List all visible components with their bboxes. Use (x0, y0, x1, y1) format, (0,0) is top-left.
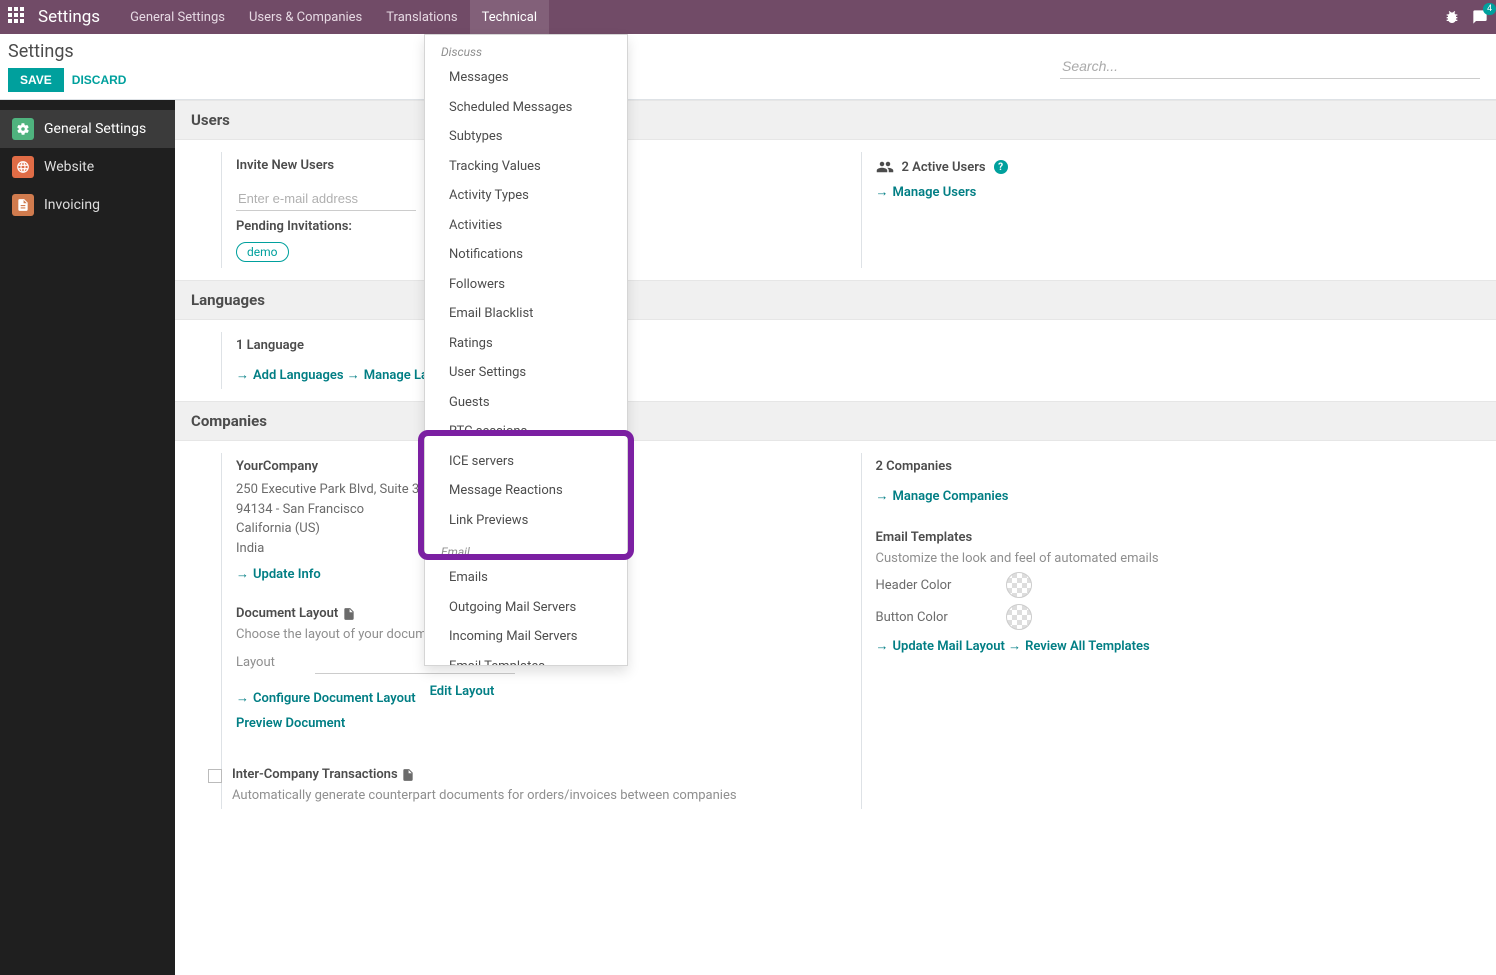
dd-ratings[interactable]: Ratings (425, 329, 627, 359)
add-languages-link[interactable]: → Add Languages (236, 367, 344, 383)
document-icon (401, 768, 415, 782)
arrow-icon: → (236, 690, 249, 706)
manage-users-link[interactable]: → Manage Users (876, 184, 977, 200)
nav-translations[interactable]: Translations (374, 0, 469, 34)
active-users-count: 2 Active Users (902, 160, 986, 175)
dropdown-group-header: Discuss (425, 35, 627, 63)
sidebar-item-label: Website (44, 159, 94, 175)
document-icon (342, 607, 356, 621)
messaging-icon[interactable]: 4 (1472, 9, 1488, 25)
dropdown-group-header: Email (425, 535, 627, 563)
dd-outgoing-mail-servers[interactable]: Outgoing Mail Servers (425, 593, 627, 623)
sidebar-item-label: Invoicing (44, 197, 100, 213)
review-all-templates-link[interactable]: → Review All Templates (1008, 638, 1150, 654)
manage-companies-link[interactable]: → Manage Companies (876, 488, 1009, 504)
control-panel: Settings Save Discard (0, 34, 1496, 100)
update-mail-layout-link[interactable]: → Update Mail Layout (876, 638, 1005, 654)
globe-icon (12, 156, 34, 178)
button-color-picker[interactable] (1006, 604, 1032, 630)
dd-link-previews[interactable]: Link Previews (425, 506, 627, 536)
nav-general-settings[interactable]: General Settings (118, 0, 237, 34)
email-templates-desc: Customize the look and feel of automated… (876, 551, 1481, 566)
intercompany-desc: Automatically generate counterpart docum… (232, 788, 737, 803)
arrow-icon: → (236, 566, 249, 582)
dropdown-scroll[interactable]: Discuss Messages Scheduled Messages Subt… (425, 35, 627, 665)
discard-button[interactable]: Discard (72, 73, 127, 87)
dd-email-templates[interactable]: Email Templates (425, 652, 627, 666)
brand-title[interactable]: Settings (38, 7, 100, 27)
users-icon (876, 158, 894, 176)
layout-field-label: Layout (236, 655, 275, 670)
top-navbar: Settings General Settings Users & Compan… (0, 0, 1496, 34)
sidebar-website[interactable]: Website (0, 148, 175, 186)
configure-document-layout-link[interactable]: → Configure Document Layout (236, 690, 416, 706)
invoice-icon (12, 194, 34, 216)
debug-icon[interactable] (1444, 9, 1460, 25)
arrow-icon: → (876, 638, 889, 654)
intercompany-label: Inter-Company Transactions (232, 767, 737, 782)
section-header-languages: Languages (175, 280, 1496, 320)
settings-sidebar: General Settings Website Invoicing (0, 100, 175, 975)
body: General Settings Website Invoicing Users… (0, 100, 1496, 975)
technical-dropdown: Discuss Messages Scheduled Messages Subt… (424, 34, 628, 666)
arrow-icon: → (236, 367, 249, 383)
help-icon[interactable]: ? (994, 160, 1008, 174)
sidebar-general-settings[interactable]: General Settings (0, 110, 175, 148)
arrow-icon: → (876, 184, 889, 200)
gear-icon (12, 118, 34, 140)
preview-document-link[interactable]: Preview Document (236, 716, 345, 731)
invite-email-input[interactable] (236, 187, 416, 211)
arrow-icon: → (1008, 638, 1021, 654)
dd-rtc-sessions[interactable]: RTC sessions (425, 417, 627, 447)
breadcrumb: Settings (8, 41, 126, 62)
dd-incoming-mail-servers[interactable]: Incoming Mail Servers (425, 622, 627, 652)
arrow-icon: → (876, 488, 889, 504)
email-templates-label: Email Templates (876, 530, 1481, 545)
dd-messages[interactable]: Messages (425, 63, 627, 93)
dd-tracking-values[interactable]: Tracking Values (425, 152, 627, 182)
header-color-label: Header Color (876, 578, 966, 593)
dd-email-blacklist[interactable]: Email Blacklist (425, 299, 627, 329)
dd-user-settings[interactable]: User Settings (425, 358, 627, 388)
nav-technical[interactable]: Technical (470, 0, 549, 34)
dd-guests[interactable]: Guests (425, 388, 627, 418)
dd-message-reactions[interactable]: Message Reactions (425, 476, 627, 506)
dd-notifications[interactable]: Notifications (425, 240, 627, 270)
update-info-link[interactable]: → Update Info (236, 566, 321, 582)
content-area: Users Invite New Users Pending Invitatio… (175, 100, 1496, 975)
header-color-picker[interactable] (1006, 572, 1032, 598)
section-header-companies: Companies (175, 401, 1496, 441)
section-header-users: Users (175, 100, 1496, 140)
messaging-badge: 4 (1483, 3, 1496, 15)
dd-followers[interactable]: Followers (425, 270, 627, 300)
dd-subtypes[interactable]: Subtypes (425, 122, 627, 152)
save-button[interactable]: Save (8, 68, 64, 92)
dd-emails[interactable]: Emails (425, 563, 627, 593)
nav-users-companies[interactable]: Users & Companies (237, 0, 374, 34)
companies-count: 2 Companies (876, 459, 1481, 474)
search-input[interactable] (1060, 54, 1480, 79)
dd-scheduled-messages[interactable]: Scheduled Messages (425, 93, 627, 123)
sidebar-item-label: General Settings (44, 121, 146, 137)
intercompany-checkbox[interactable] (208, 769, 222, 783)
apps-menu-icon[interactable] (8, 7, 28, 27)
pending-user-tag[interactable]: demo (236, 242, 289, 262)
dd-ice-servers[interactable]: ICE servers (425, 447, 627, 477)
arrow-icon: → (347, 367, 360, 383)
edit-layout-link[interactable]: Edit Layout (430, 684, 495, 706)
dd-activities[interactable]: Activities (425, 211, 627, 241)
sidebar-invoicing[interactable]: Invoicing (0, 186, 175, 224)
button-color-label: Button Color (876, 610, 966, 625)
dd-activity-types[interactable]: Activity Types (425, 181, 627, 211)
